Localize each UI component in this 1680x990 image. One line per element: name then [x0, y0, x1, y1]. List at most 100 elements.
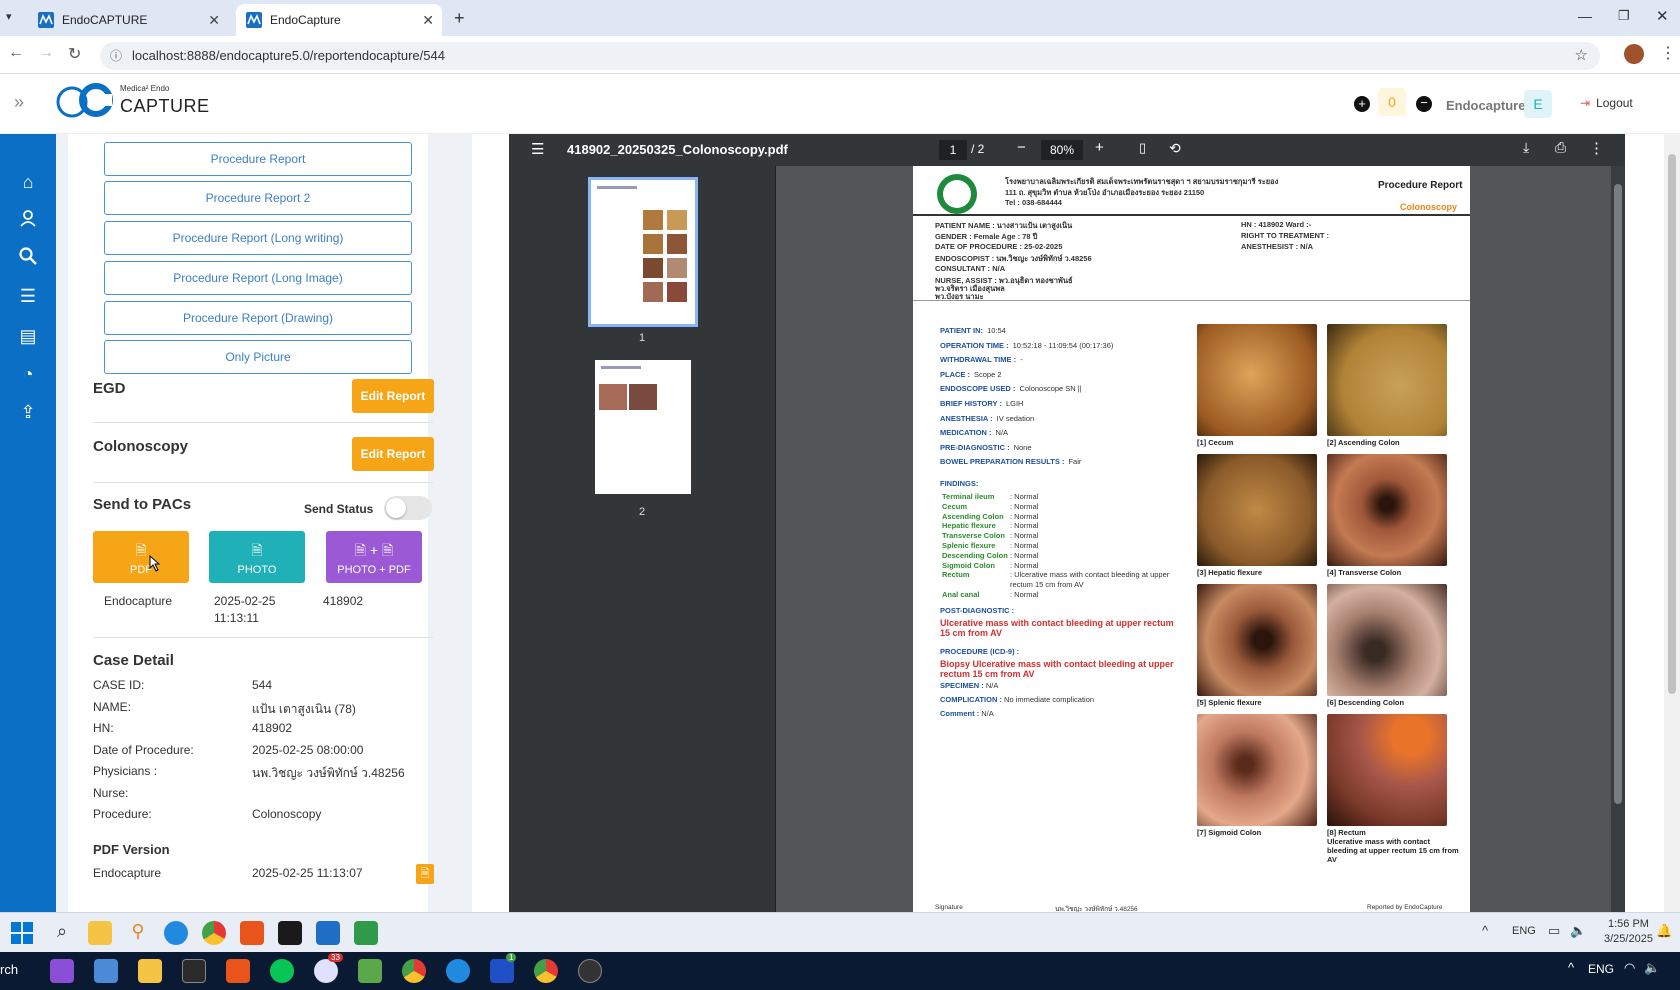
list-icon[interactable]: ☰ — [16, 284, 40, 308]
chrome-icon[interactable] — [534, 959, 558, 983]
window-close-icon[interactable]: ✕ — [1656, 7, 1669, 25]
search-tool-icon[interactable]: ⚲ — [126, 921, 150, 945]
anydesk-icon[interactable] — [226, 959, 250, 983]
show-hidden-icons-icon[interactable]: ^ — [1482, 923, 1488, 938]
vnc-icon[interactable] — [182, 959, 206, 983]
browser-menu-icon[interactable]: ⋮ — [1660, 43, 1676, 63]
send-photo-button[interactable]: 🗎 PHOTO — [209, 531, 305, 583]
tab-close-icon[interactable]: ✕ — [208, 12, 220, 29]
receipt-icon[interactable]: ▤ — [16, 324, 40, 348]
home-icon[interactable]: ⌂ — [16, 170, 40, 194]
minimize-icon[interactable]: — — [1578, 8, 1592, 24]
file-explorer-icon[interactable] — [138, 959, 162, 983]
endoscopy-image-8[interactable] — [1327, 714, 1447, 826]
back-icon[interactable]: ← — [8, 44, 24, 62]
wifi-icon[interactable]: ◠ — [1624, 960, 1635, 976]
only-picture-button[interactable]: Only Picture — [104, 340, 412, 374]
l-app-icon[interactable]: 1 — [490, 953, 517, 983]
print-icon[interactable]: ⎙ — [1555, 139, 1566, 156]
remove-circle-icon[interactable]: − — [1416, 96, 1432, 112]
profile-avatar[interactable] — [1624, 44, 1644, 64]
endoscopy-image-2[interactable] — [1327, 324, 1447, 436]
send-photo-pdf-button[interactable]: 🗎 + 🗎 PHOTO + PDF — [326, 531, 422, 583]
endoscopy-image-1[interactable] — [1197, 324, 1317, 436]
page-thumbnail-2[interactable] — [595, 360, 691, 494]
tab-endocapture-2[interactable]: EndoCapture ✕ — [236, 4, 442, 36]
bookmark-star-icon[interactable]: ☆ — [1575, 42, 1588, 70]
endoscopy-image-6[interactable] — [1327, 584, 1447, 696]
menu-icon[interactable]: ☰ — [531, 140, 544, 158]
chrome-icon[interactable] — [402, 959, 426, 983]
endoscopy-image-3[interactable] — [1197, 454, 1317, 566]
pie-chart-icon[interactable]: ◔ — [16, 362, 40, 386]
search-box-fragment[interactable]: rch — [0, 962, 18, 977]
edge-icon[interactable] — [164, 921, 188, 945]
clock-time[interactable]: 1:56 PM — [1608, 918, 1649, 930]
forward-icon[interactable]: → — [38, 44, 54, 62]
procedure-report-drawing-button[interactable]: Procedure Report (Drawing) — [104, 301, 412, 335]
app-icon[interactable]: 33 — [314, 953, 343, 983]
logout-button[interactable]: ⇥ Logout — [1580, 96, 1633, 110]
show-hidden-icons-icon[interactable]: ^ — [1568, 960, 1574, 975]
clock-date[interactable]: 3/25/2025 — [1604, 933, 1653, 945]
procedure-report-button[interactable]: Procedure Report — [104, 142, 412, 176]
tab-close-icon[interactable]: ✕ — [422, 12, 434, 29]
page-thumbnail-1[interactable] — [588, 177, 698, 327]
expand-sidebar-icon[interactable]: » — [14, 92, 24, 113]
network-icon[interactable]: ▭ — [1548, 923, 1560, 939]
egd-edit-report-button[interactable]: Edit Report — [352, 379, 434, 413]
input-language[interactable]: ENG — [1512, 925, 1536, 937]
counter-badge[interactable]: 0 — [1378, 88, 1406, 116]
restore-icon[interactable]: ❐ — [1618, 8, 1630, 24]
pdf-download-icon[interactable]: 🗎 — [416, 864, 434, 884]
site-info-icon[interactable]: ⓘ — [110, 42, 122, 70]
page-number-input[interactable]: 1 — [939, 140, 967, 160]
input-language[interactable]: ENG — [1588, 962, 1614, 976]
anydesk-icon[interactable] — [240, 921, 264, 945]
notification-bell-icon[interactable]: 🔔 — [1656, 923, 1672, 939]
url-field[interactable]: ⓘ localhost:8888/endocapture5.0/reporten… — [100, 42, 1600, 70]
procedure-report-2-button[interactable]: Procedure Report 2 — [104, 181, 412, 215]
new-tab-icon[interactable]: + — [454, 8, 465, 29]
chrome-icon[interactable] — [202, 921, 226, 945]
volume-icon[interactable]: 🔈 — [1570, 923, 1586, 939]
user-icon[interactable] — [16, 208, 40, 232]
download-icon[interactable]: ⤓ — [1523, 139, 1529, 156]
media-player-icon[interactable] — [578, 959, 602, 983]
zoom-input[interactable]: 80% — [1041, 140, 1083, 160]
send-pdf-button[interactable]: 🗎 PDF — [93, 531, 189, 583]
app-window-icon[interactable] — [316, 921, 340, 945]
tab-endocapture-1[interactable]: EndoCAPTURE ✕ — [28, 4, 228, 36]
endoscopy-image-7[interactable] — [1197, 714, 1317, 826]
terminal-icon[interactable] — [278, 921, 302, 945]
colonoscopy-edit-report-button[interactable]: Edit Report — [352, 437, 434, 471]
add-circle-icon[interactable]: + — [1354, 96, 1370, 112]
procedure-report-long-image-button[interactable]: Procedure Report (Long Image) — [104, 261, 412, 295]
page-scrollbar-thumb[interactable] — [1668, 154, 1676, 694]
copilot-icon[interactable] — [50, 959, 74, 983]
search-icon[interactable] — [16, 246, 40, 270]
widgets-icon[interactable] — [94, 959, 118, 983]
share-icon[interactable]: ⇪ — [16, 400, 40, 424]
search-icon[interactable]: ⌕ — [50, 921, 74, 945]
endoscopy-image-5[interactable] — [1197, 584, 1317, 696]
notepad-icon[interactable] — [354, 921, 378, 945]
edge-icon[interactable] — [446, 959, 470, 983]
avatar[interactable]: E — [1524, 90, 1552, 118]
zoom-out-icon[interactable]: − — [1017, 139, 1026, 156]
leaf-app-icon[interactable] — [358, 959, 382, 983]
volume-icon[interactable]: 🔈 — [1644, 960, 1660, 976]
send-status-toggle[interactable] — [384, 496, 432, 520]
tab-list-chevron-icon[interactable]: ▾ — [6, 10, 12, 23]
reload-icon[interactable]: ↻ — [68, 44, 81, 64]
zoom-in-icon[interactable]: + — [1095, 139, 1104, 156]
pdf-scrollbar[interactable] — [1611, 166, 1625, 912]
file-explorer-icon[interactable] — [88, 921, 112, 945]
scrollbar-thumb[interactable] — [1614, 184, 1622, 804]
page-scrollbar[interactable] — [1664, 134, 1680, 912]
more-options-icon[interactable]: ⋮ — [1589, 139, 1604, 157]
start-icon[interactable] — [10, 921, 34, 945]
fit-page-icon[interactable]: ▯ — [1139, 140, 1146, 156]
procedure-report-long-writing-button[interactable]: Procedure Report (Long writing) — [104, 221, 412, 255]
line-icon[interactable] — [270, 959, 294, 983]
